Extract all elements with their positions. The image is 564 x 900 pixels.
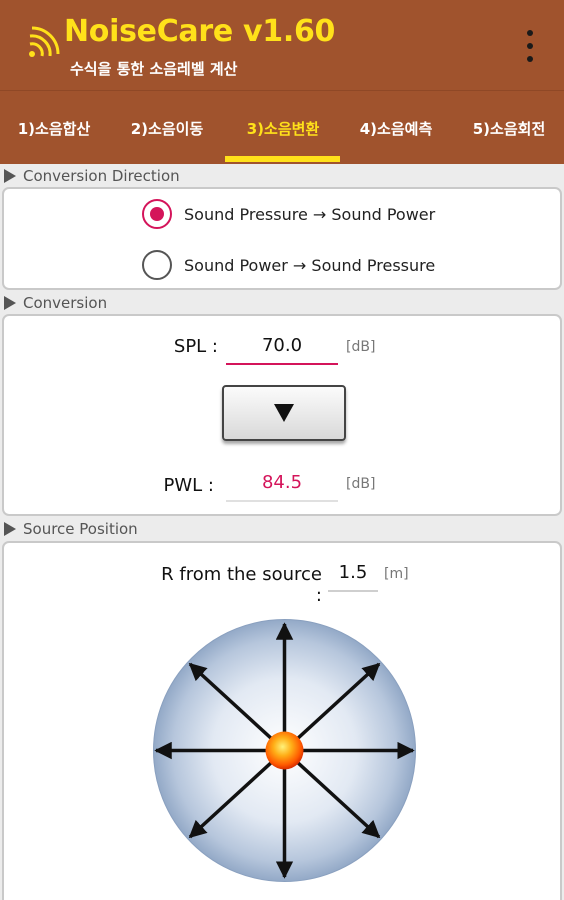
tab-noise-convert[interactable]: 3)소음변환: [226, 91, 340, 165]
tab-noise-move[interactable]: 2)소음이동: [113, 91, 221, 165]
radio-pressure-to-power[interactable]: Sound Pressure → Sound Power: [142, 197, 435, 231]
pwl-unit: [dB]: [346, 476, 376, 492]
tab-indicator: [225, 156, 340, 162]
radio-label: Sound Pressure → Sound Power: [184, 204, 436, 224]
distance-unit: [m]: [384, 566, 409, 582]
distance-label: R from the source :: [161, 564, 322, 606]
app-title: NoiseCare v1.60: [64, 14, 336, 49]
radio-label: Sound Power → Sound Pressure: [184, 255, 436, 275]
sound-wave-icon: [29, 26, 60, 57]
triangle-right-icon: [4, 169, 16, 183]
convert-button[interactable]: [222, 385, 346, 441]
section-title: Conversion Direction: [23, 167, 180, 185]
radiating-source-icon: [153, 619, 416, 882]
tab-noise-rotate[interactable]: 5)소음회전: [454, 91, 564, 165]
pwl-output: 84.5: [226, 468, 338, 502]
arrow-down-icon: [274, 404, 294, 422]
radio-unchecked-icon[interactable]: [142, 250, 172, 280]
section-header-conversion: Conversion: [0, 292, 564, 314]
section-header-direction: Conversion Direction: [0, 165, 564, 187]
section-title: Conversion: [23, 294, 108, 312]
pwl-label: PWL :: [163, 475, 214, 496]
radio-checked-icon[interactable]: [142, 199, 172, 229]
section-title: Source Position: [23, 520, 138, 538]
triangle-right-icon: [4, 522, 16, 536]
triangle-right-icon: [4, 296, 16, 310]
distance-input[interactable]: 1.5: [328, 558, 378, 592]
radio-power-to-pressure[interactable]: Sound Power → Sound Pressure: [142, 248, 435, 282]
spl-input[interactable]: 70.0: [226, 331, 338, 365]
tab-bar: 1)소음합산 2)소음이동 3)소음변환 4)소음예측 5)소음회전: [0, 90, 564, 164]
tab-noise-predict[interactable]: 4)소음예측: [341, 91, 451, 165]
section-header-source: Source Position: [0, 518, 564, 540]
app-bar: NoiseCare v1.60 수식을 통한 소음레벨 계산: [0, 0, 564, 90]
more-vert-icon[interactable]: [518, 28, 542, 64]
spl-label: SPL :: [173, 336, 218, 357]
spl-unit: [dB]: [346, 339, 376, 355]
app-subtitle: 수식을 통한 소음레벨 계산: [70, 60, 238, 78]
tab-noise-sum[interactable]: 1)소음합산: [0, 91, 108, 165]
